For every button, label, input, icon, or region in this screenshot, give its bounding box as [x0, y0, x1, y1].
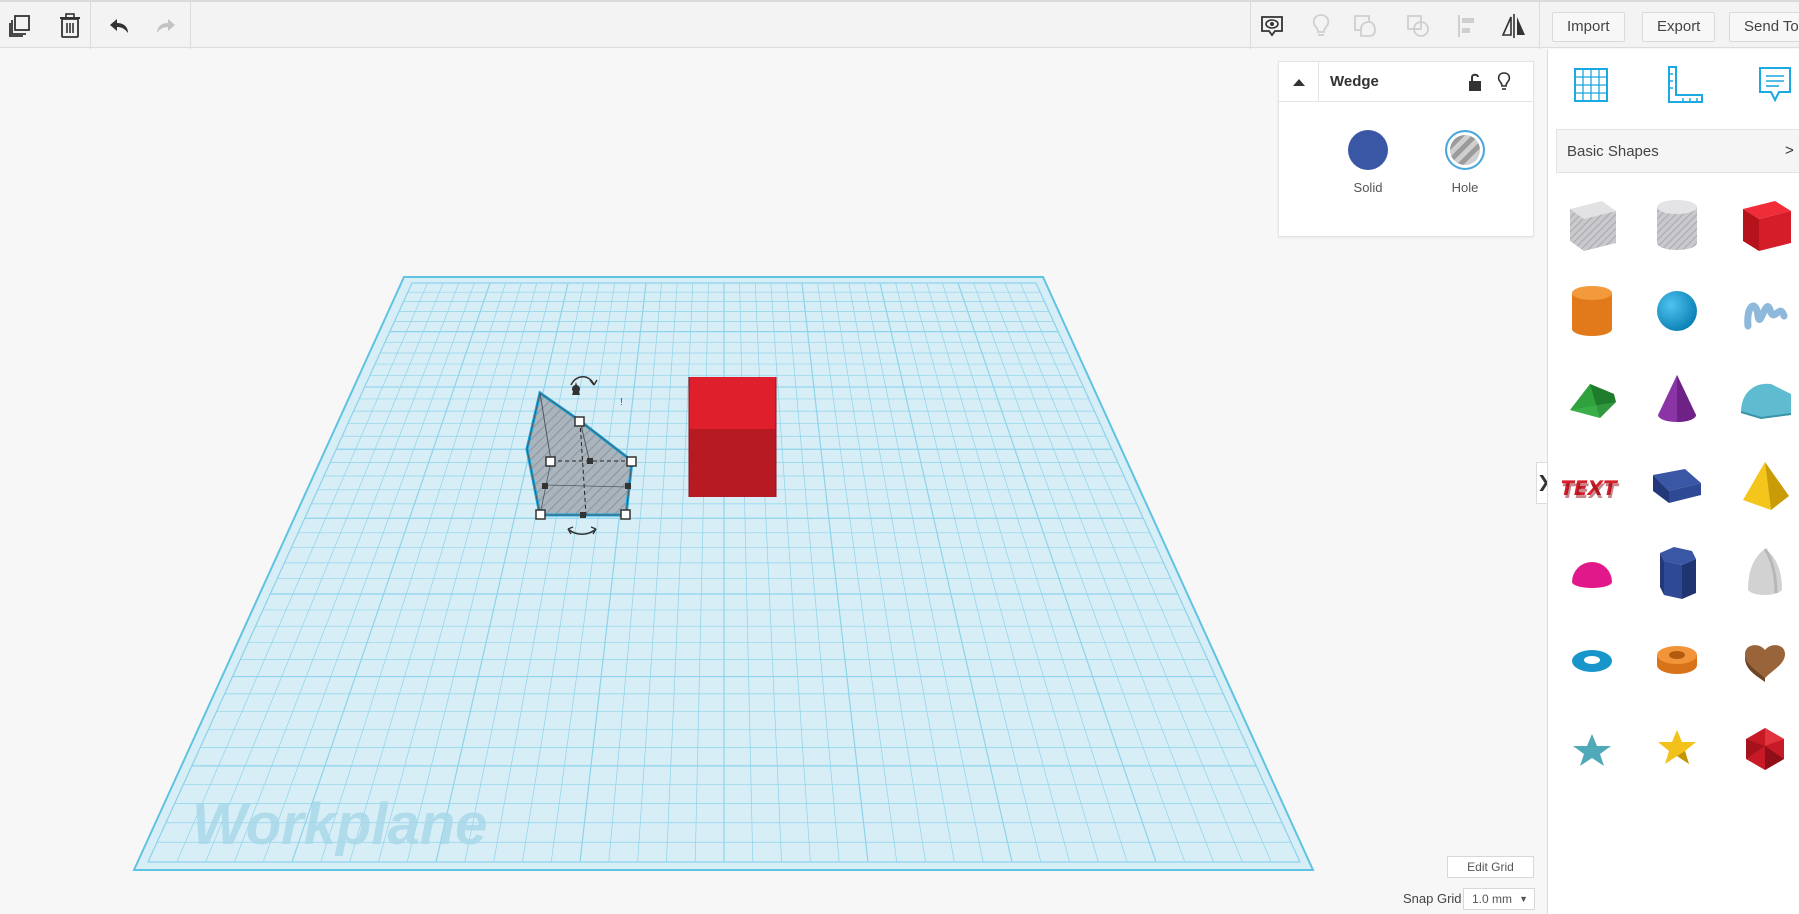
shape-paraboloid[interactable] [1733, 541, 1797, 605]
shape-round-roof[interactable] [1733, 367, 1797, 431]
top-toolbar: Import Export Send To [0, 0, 1799, 49]
snap-grid-label: Snap Grid [1403, 891, 1462, 906]
shape-box[interactable] [1733, 193, 1797, 257]
shape-category-label: Basic Shapes [1567, 143, 1659, 160]
shape-category-dropdown[interactable]: Basic Shapes > [1556, 129, 1799, 173]
panel-collapse-tab[interactable]: ❯ [1536, 462, 1547, 504]
toolbar-divider [1539, 2, 1540, 49]
shape-roof[interactable] [1560, 367, 1624, 431]
shape-scribble[interactable] [1733, 279, 1797, 343]
mirror-icon[interactable] [1494, 6, 1534, 46]
hole-option[interactable]: Hole [1433, 130, 1497, 195]
shape-text[interactable]: TEXT TEXT [1560, 454, 1624, 518]
undo-icon[interactable] [99, 6, 139, 46]
toolbar-divider [1250, 2, 1251, 49]
toolbar-divider [90, 2, 91, 49]
notes-icon[interactable] [1752, 62, 1798, 108]
lightbulb-icon[interactable] [1301, 6, 1341, 46]
shape-star[interactable] [1560, 717, 1624, 781]
trash-icon[interactable] [50, 6, 90, 46]
red-box-shape[interactable] [688, 377, 777, 497]
shape-cylinder-hole[interactable] [1645, 193, 1709, 257]
shape-pyramid[interactable] [1733, 454, 1797, 518]
lock-icon[interactable] [1464, 70, 1486, 94]
hole-label: Hole [1451, 180, 1479, 195]
eye-icon[interactable] [1252, 6, 1292, 46]
toolbar-divider [190, 2, 191, 49]
chevron-down-icon: ▼ [1519, 894, 1528, 904]
send-to-button[interactable]: Send To [1729, 12, 1799, 42]
shape-torus[interactable] [1560, 629, 1624, 693]
shape-icosahedron[interactable] [1733, 717, 1797, 781]
shape-cone[interactable] [1645, 367, 1709, 431]
snap-grid-value: 1.0 mm [1472, 892, 1513, 906]
lightbulb-icon[interactable] [1493, 70, 1515, 94]
shape-box-hole[interactable] [1560, 193, 1624, 257]
inspector-header: Wedge [1279, 62, 1533, 102]
redo-icon[interactable] [146, 6, 186, 46]
import-button[interactable]: Import [1552, 12, 1625, 42]
shape-star-yellow[interactable] [1645, 717, 1709, 781]
ungroup-icon[interactable] [1398, 6, 1438, 46]
workplane-label: Workplane [192, 792, 487, 857]
grid-icon[interactable] [1568, 62, 1614, 108]
export-button[interactable]: Export [1642, 12, 1716, 42]
shape-inspector-panel: Wedge Solid Hole [1278, 61, 1534, 237]
solid-option[interactable]: Solid [1336, 130, 1400, 195]
svg-text:!: ! [620, 397, 623, 408]
shape-polygon[interactable] [1645, 541, 1709, 605]
group-icon[interactable] [1345, 6, 1385, 46]
solid-swatch[interactable] [1348, 130, 1388, 170]
align-icon[interactable] [1447, 6, 1487, 46]
hole-swatch[interactable] [1445, 130, 1485, 170]
chevron-right-icon: > [1785, 142, 1794, 159]
edit-grid-button[interactable]: Edit Grid [1447, 856, 1534, 878]
inspector-title: Wedge [1330, 73, 1379, 90]
solid-label: Solid [1353, 180, 1383, 195]
svg-text:TEXT: TEXT [1562, 479, 1621, 503]
shape-wedge[interactable] [1645, 454, 1709, 518]
shapes-panel: Basic Shapes > TEXT TEXT [1547, 49, 1799, 914]
tinkercad-editor: Import Export Send To Workplane ! Wedge … [0, 0, 1799, 914]
ruler-icon[interactable] [1661, 62, 1707, 108]
collapse-inspector-button[interactable] [1279, 62, 1319, 102]
snap-grid-select[interactable]: 1.0 mm ▼ [1463, 888, 1535, 910]
shape-half-sphere[interactable] [1560, 541, 1624, 605]
copy-icon[interactable] [0, 6, 40, 46]
workplane-viewport[interactable]: Workplane ! Wedge Solid Hole Edit Grid S… [0, 49, 1547, 914]
shape-heart[interactable] [1733, 629, 1797, 693]
shape-sphere[interactable] [1645, 279, 1709, 343]
shape-tube[interactable] [1645, 629, 1709, 693]
shape-cylinder[interactable] [1560, 279, 1624, 343]
